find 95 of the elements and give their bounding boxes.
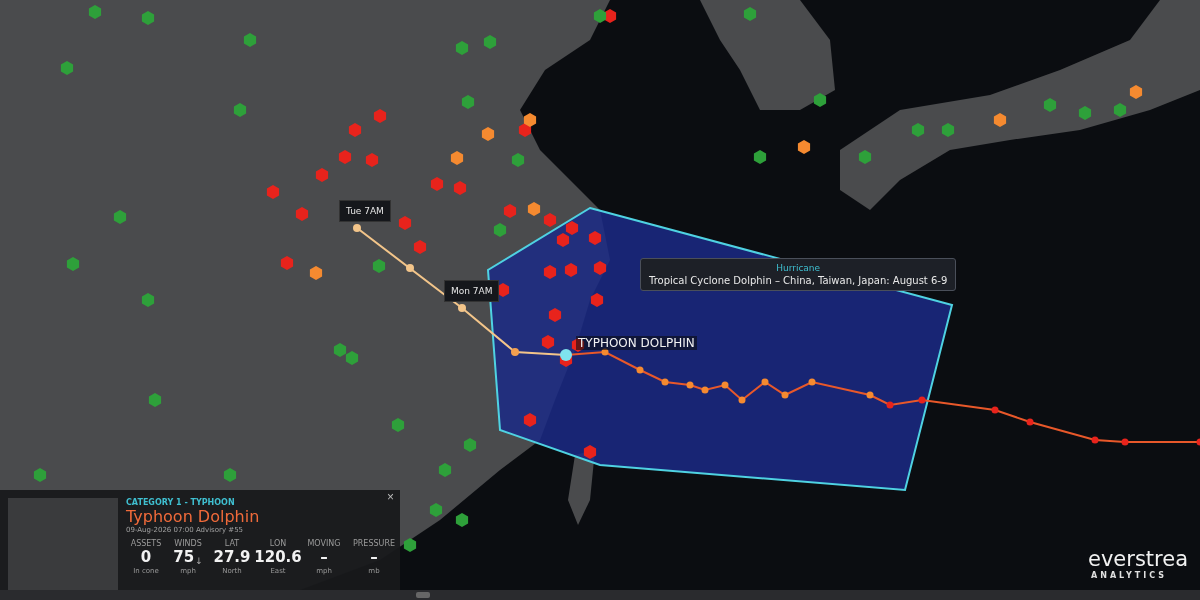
asset-marker[interactable] — [233, 103, 247, 117]
asset-marker[interactable] — [590, 293, 604, 307]
time-label: Tue 7AM — [339, 200, 391, 222]
asset-marker[interactable] — [564, 263, 578, 277]
asset-marker[interactable] — [518, 123, 532, 137]
asset-marker[interactable] — [565, 221, 579, 235]
asset-marker[interactable] — [372, 259, 386, 273]
logo-tagline: ANALYTICS — [1090, 571, 1168, 580]
asset-marker[interactable] — [543, 265, 557, 279]
asset-marker[interactable] — [453, 181, 467, 195]
asset-marker[interactable] — [583, 445, 597, 459]
asset-marker[interactable] — [309, 266, 323, 280]
asset-marker[interactable] — [338, 150, 352, 164]
stat-value: 75 — [173, 548, 195, 567]
asset-marker[interactable] — [527, 202, 541, 216]
asset-marker[interactable] — [403, 538, 417, 552]
stat-label: MOVING — [307, 539, 341, 548]
asset-marker[interactable] — [593, 9, 607, 23]
stat-value: – — [370, 548, 378, 567]
asset-marker[interactable] — [493, 223, 507, 237]
asset-marker[interactable] — [398, 216, 412, 230]
tooltip-category: Hurricane — [775, 263, 822, 273]
asset-marker[interactable] — [373, 109, 387, 123]
asset-marker[interactable] — [1129, 85, 1143, 99]
asset-marker[interactable] — [60, 61, 74, 75]
stat-label: ASSETS — [130, 539, 162, 548]
asset-marker[interactable] — [141, 11, 155, 25]
asset-marker[interactable] — [33, 468, 47, 482]
asset-marker[interactable] — [141, 293, 155, 307]
asset-marker[interactable] — [345, 351, 359, 365]
asset-marker[interactable] — [348, 123, 362, 137]
asset-marker[interactable] — [483, 35, 497, 49]
asset-marker[interactable] — [523, 413, 537, 427]
stat-label: WINDS — [174, 539, 202, 548]
asset-marker[interactable] — [588, 231, 602, 245]
asset-marker[interactable] — [858, 150, 872, 164]
asset-marker[interactable] — [463, 438, 477, 452]
asset-marker[interactable] — [450, 151, 464, 165]
asset-marker[interactable] — [461, 95, 475, 109]
asset-marker[interactable] — [1113, 103, 1127, 117]
asset-marker[interactable] — [813, 93, 827, 107]
asset-marker[interactable] — [113, 210, 127, 224]
asset-marker[interactable] — [266, 185, 280, 199]
asset-marker[interactable] — [1043, 98, 1057, 112]
asset-marker[interactable] — [455, 41, 469, 55]
asset-marker[interactable] — [438, 463, 452, 477]
time-label: Mon 7AM — [444, 280, 500, 302]
asset-marker[interactable] — [455, 513, 469, 527]
asset-marker[interactable] — [88, 5, 102, 19]
asset-marker[interactable] — [503, 204, 517, 218]
close-button[interactable]: × — [385, 490, 396, 504]
stat-label: LAT — [224, 539, 240, 548]
asset-marker[interactable] — [556, 233, 570, 247]
asset-marker[interactable] — [66, 257, 80, 271]
asset-marker[interactable] — [280, 256, 294, 270]
asset-marker[interactable] — [430, 177, 444, 191]
asset-marker[interactable] — [593, 261, 607, 275]
asset-marker[interactable] — [365, 153, 379, 167]
stat-value: – — [320, 548, 328, 567]
asset-marker[interactable] — [391, 418, 405, 432]
asset-marker[interactable] — [413, 240, 427, 254]
asset-marker[interactable] — [223, 468, 237, 482]
stat-value: 0 — [140, 548, 152, 567]
horizontal-scrollbar[interactable] — [0, 590, 1200, 600]
stat-label: PRESSURE — [352, 539, 396, 548]
tooltip-title: Tropical Cyclone Dolphin – China, Taiwan, Japan: August 6-9 — [649, 275, 948, 286]
storm-category: CATEGORY 1 - TYPHOON — [126, 498, 236, 507]
asset-marker[interactable] — [333, 343, 347, 357]
asset-marker[interactable] — [481, 127, 495, 141]
asset-marker[interactable] — [148, 393, 162, 407]
asset-marker[interactable] — [543, 213, 557, 227]
stat-value: 27.9 — [213, 548, 251, 567]
storm-center-icon — [560, 349, 572, 361]
asset-marker[interactable] — [941, 123, 955, 137]
asset-marker[interactable] — [511, 153, 525, 167]
asset-marker[interactable] — [797, 140, 811, 154]
asset-marker[interactable] — [295, 207, 309, 221]
scrollbar-thumb[interactable] — [416, 592, 430, 598]
asset-marker[interactable] — [993, 113, 1007, 127]
asset-marker[interactable] — [541, 335, 555, 349]
trend-arrow: ↓ — [195, 555, 203, 567]
asset-marker[interactable] — [429, 503, 443, 517]
storm-title: Typhoon Dolphin — [126, 507, 261, 526]
asset-marker[interactable] — [911, 123, 925, 137]
stat-value: 120.6 — [254, 548, 302, 567]
stat-label: LON — [269, 539, 287, 548]
asset-marker[interactable] — [753, 150, 767, 164]
logo-wordmark: everstrea — [1088, 547, 1189, 571]
asset-marker[interactable] — [1078, 106, 1092, 120]
storm-name-label: TYPHOON DOLPHIN — [576, 336, 697, 350]
asset-marker[interactable] — [548, 308, 562, 322]
asset-marker[interactable] — [243, 33, 257, 47]
asset-marker[interactable] — [315, 168, 329, 182]
asset-marker[interactable] — [743, 7, 757, 21]
asset-marker[interactable] — [523, 113, 537, 127]
